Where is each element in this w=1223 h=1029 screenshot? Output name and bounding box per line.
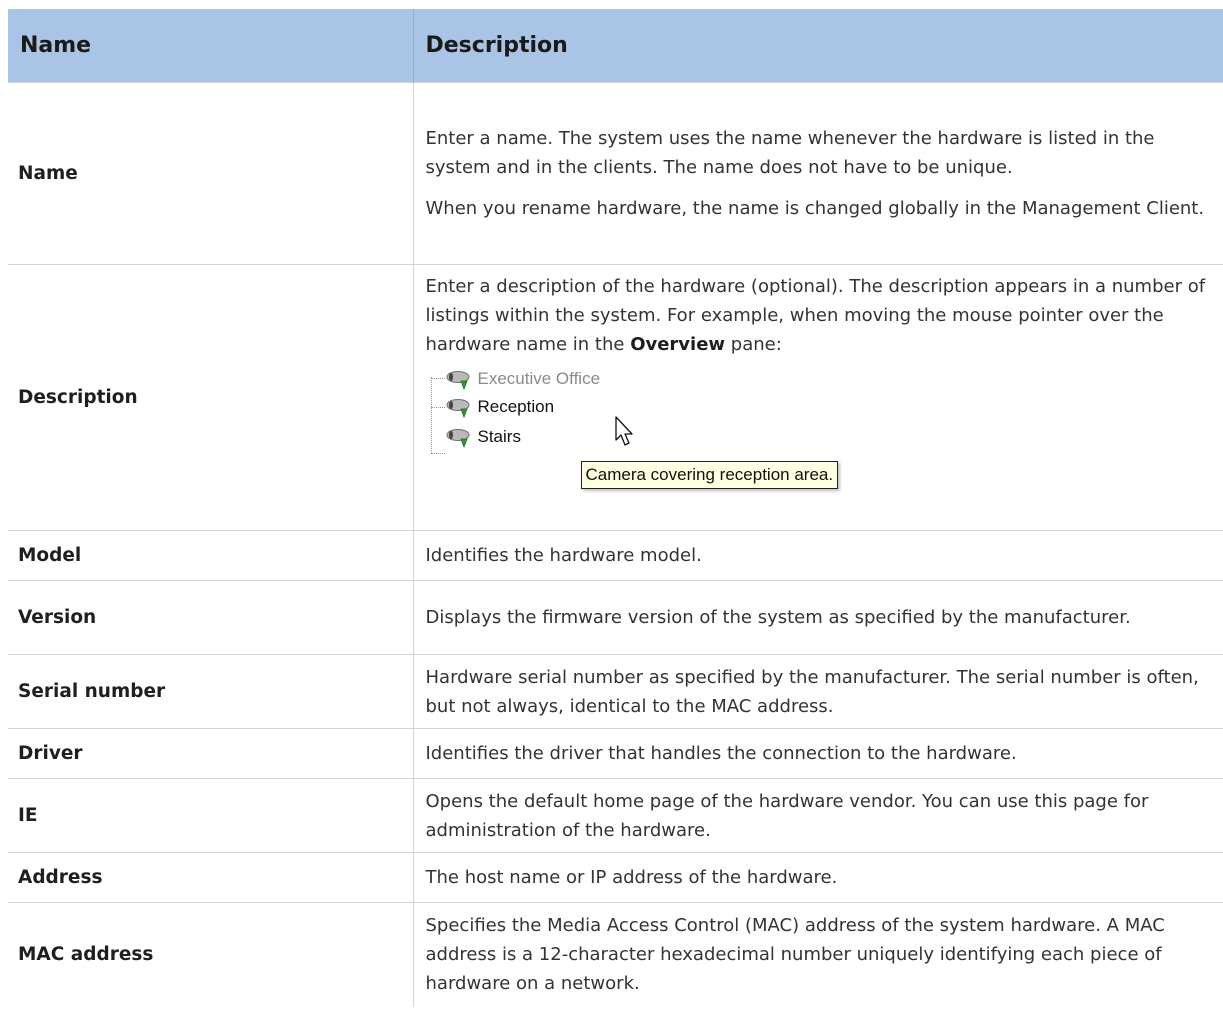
tree-item-label: Stairs — [477, 427, 521, 446]
tree-connector — [430, 378, 445, 379]
table-row: IE Opens the default home page of the ha… — [8, 778, 1223, 853]
mouse-pointer-icon — [614, 416, 633, 446]
property-description: Opens the default home page of the hardw… — [413, 778, 1223, 853]
camera-icon — [446, 371, 469, 390]
camera-icon — [446, 399, 469, 418]
tree-item-camera[interactable]: Executive Office — [446, 365, 601, 393]
property-description: Displays the firmware version of the sys… — [413, 580, 1223, 655]
property-description: Identifies the hardware model. — [413, 530, 1223, 581]
property-description: Hardware serial number as specified by t… — [413, 654, 1223, 729]
table-row: Description Enter a description of the h… — [8, 264, 1223, 531]
tree-connector — [430, 407, 445, 408]
tree-connector — [430, 377, 432, 453]
property-description: The host name or IP address of the hardw… — [413, 852, 1223, 903]
table-row: Model Identifies the hardware model. — [8, 530, 1223, 581]
header-name: Name — [8, 9, 414, 83]
tree-item-label: Reception — [477, 397, 555, 416]
tree-item-camera[interactable]: Stairs — [446, 423, 521, 451]
property-description: Enter a name. The system uses the name w… — [413, 82, 1223, 265]
hardware-properties-table: Name Description Name Enter a name. The … — [8, 9, 1223, 1007]
tree-item-label: Executive Office — [477, 369, 601, 388]
table-row: Driver Identifies the driver that handle… — [8, 728, 1223, 779]
table-row: MAC address Specifies the Media Access C… — [8, 902, 1223, 1007]
header-description: Description — [413, 9, 1223, 83]
property-name: Model — [8, 530, 414, 581]
tree-connector — [430, 453, 445, 454]
property-description: Enter a description of the hardware (opt… — [413, 264, 1223, 531]
description-text: Enter a description of the hardware (opt… — [425, 276, 1206, 355]
property-name: Address — [8, 852, 414, 903]
overview-pane-screenshot: Executive Office Reception Stairs Camera… — [426, 365, 839, 517]
property-name: IE — [8, 778, 414, 853]
property-description: Specifies the Media Access Control (MAC)… — [413, 902, 1223, 1007]
property-name: Driver — [8, 728, 414, 779]
property-name: Version — [8, 580, 414, 655]
table-header-row: Name Description — [8, 9, 1223, 83]
property-name: MAC address — [8, 902, 414, 1007]
property-name: Name — [8, 82, 414, 265]
tooltip: Camera covering reception area. — [580, 461, 839, 489]
description-paragraph: Enter a name. The system uses the name w… — [425, 128, 1155, 178]
description-paragraph: Enter a description of the hardware (opt… — [426, 272, 1220, 359]
property-name: Serial number — [8, 654, 414, 729]
property-name: Description — [8, 264, 414, 531]
overview-pane-reference: Overview — [630, 334, 726, 355]
table-row: Serial number Hardware serial number as … — [8, 654, 1223, 729]
table-row: Version Displays the firmware version of… — [8, 580, 1223, 655]
description-text: pane: — [730, 334, 782, 355]
camera-icon — [446, 429, 469, 448]
description-paragraph: When you rename hardware, the name is ch… — [425, 198, 1205, 219]
property-description: Identifies the driver that handles the c… — [413, 728, 1223, 779]
table-row: Address The host name or IP address of t… — [8, 852, 1223, 903]
tree-item-camera[interactable]: Reception — [446, 393, 555, 421]
table-row: Name Enter a name. The system uses the n… — [8, 82, 1223, 265]
